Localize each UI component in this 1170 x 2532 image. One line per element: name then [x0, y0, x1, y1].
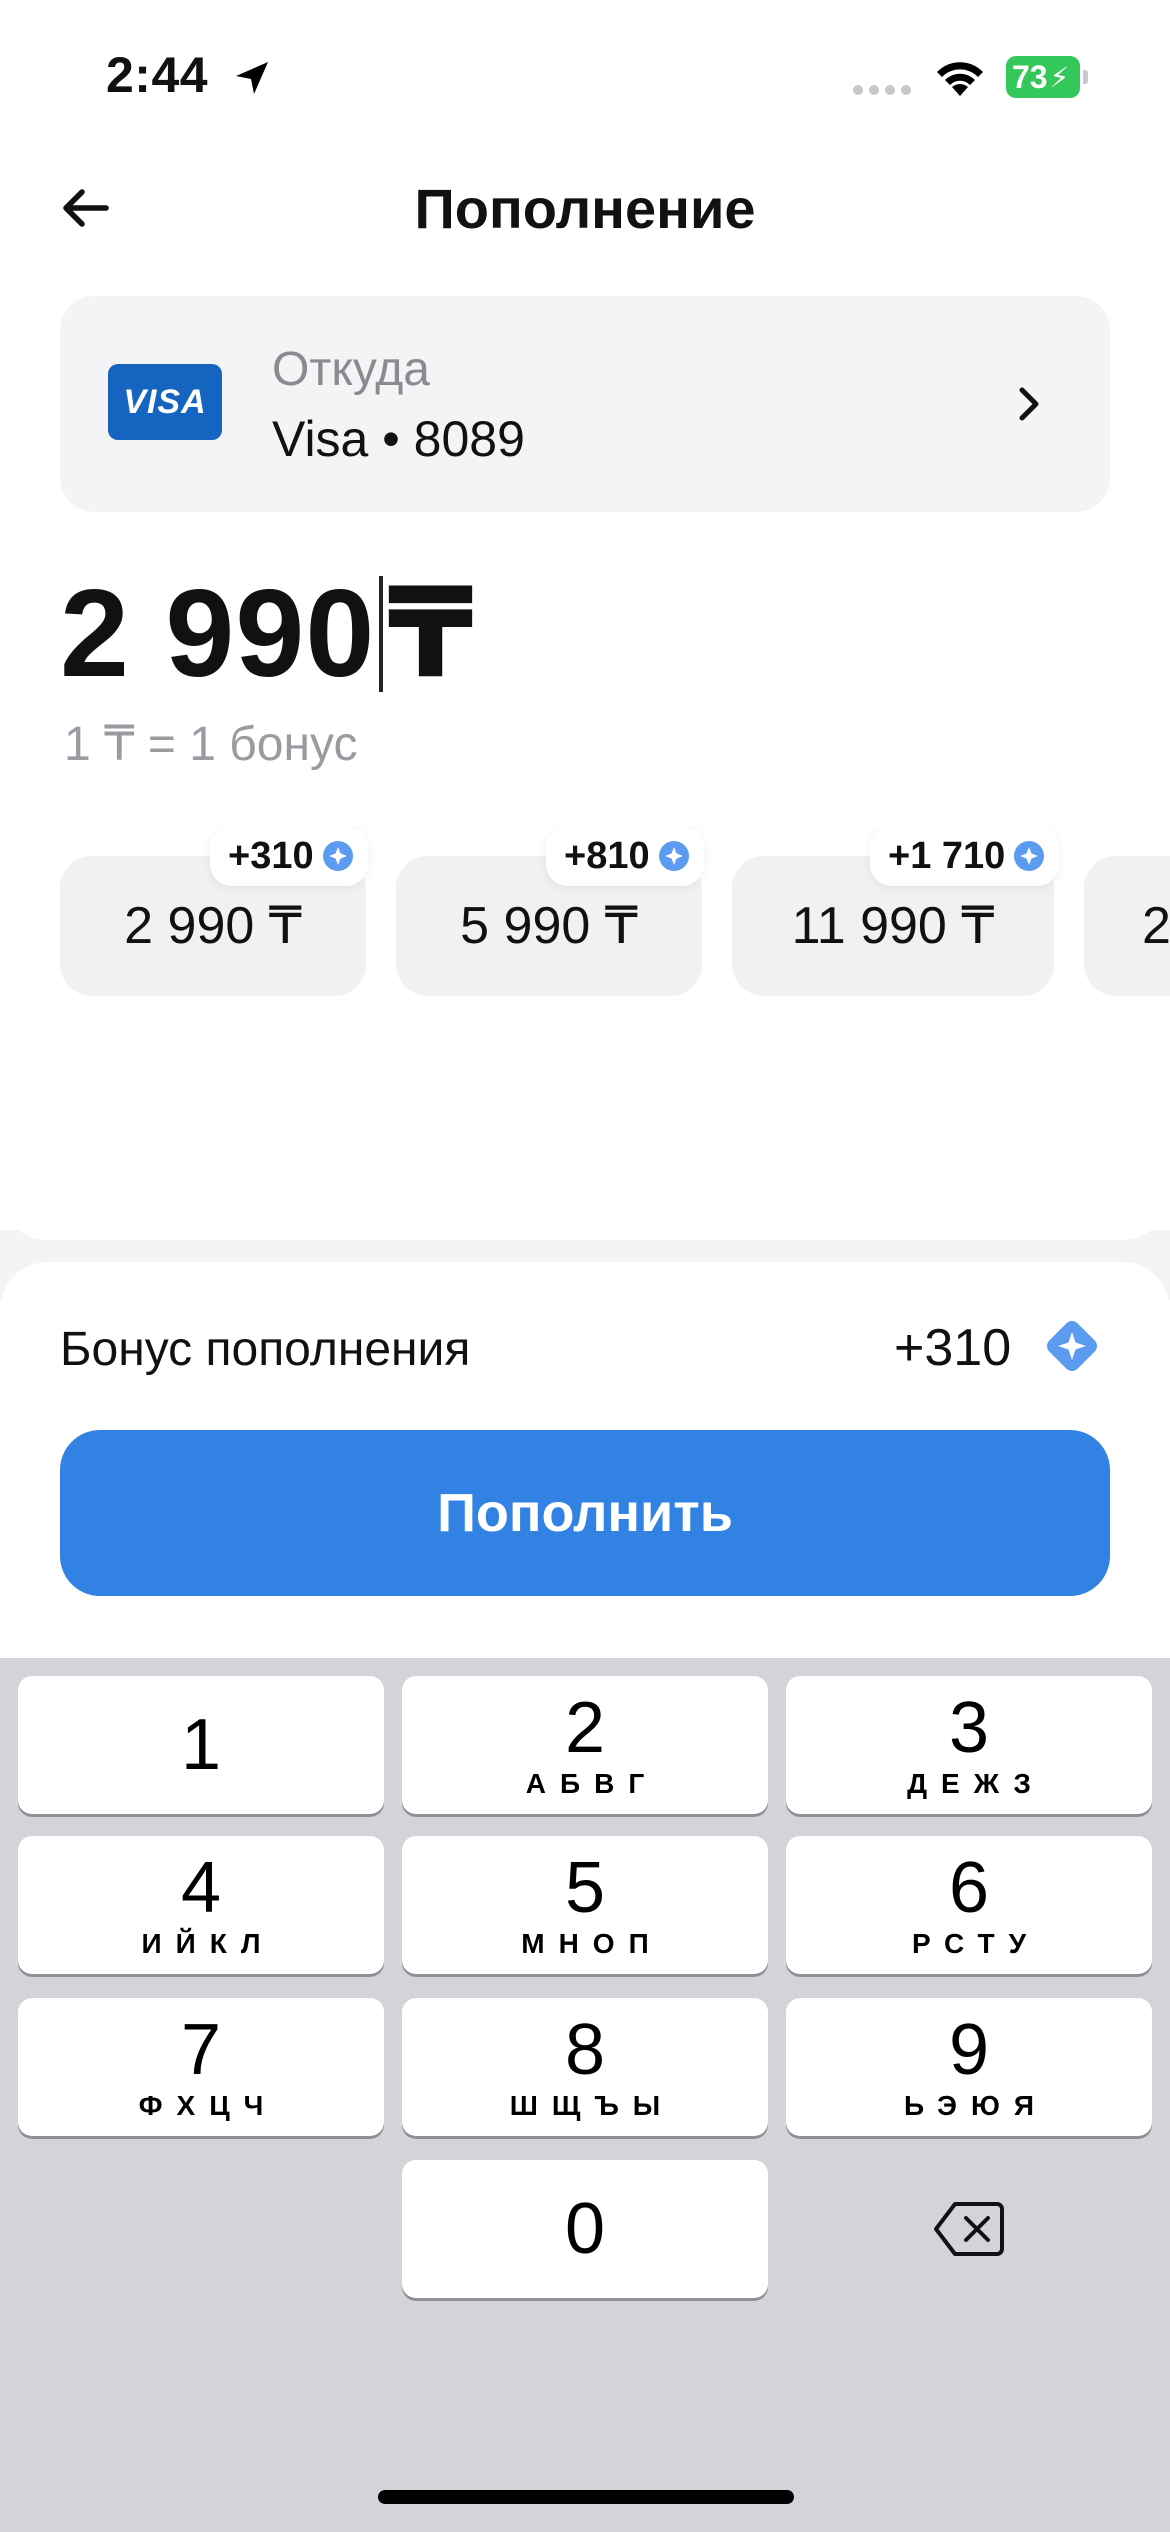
key-letters: ШЩЪЫ	[509, 2090, 675, 2121]
key-letters: ФХЦЧ	[138, 2090, 278, 2121]
signal-icon	[853, 85, 911, 95]
key-6[interactable]: 6 РСТУ	[786, 1836, 1152, 1974]
key-digit: 1	[180, 1705, 222, 1785]
key-digit: 5	[564, 1848, 606, 1928]
bonus-value: +310	[894, 1319, 1012, 1377]
text-caret	[379, 576, 384, 692]
preset-bonus-badge-1: +310	[210, 826, 368, 886]
key-4[interactable]: 4 ИЙКЛ	[18, 1836, 384, 1974]
amount-input[interactable]: 2 990 ₸	[60, 562, 475, 706]
bonus-gem-icon	[1047, 1321, 1097, 1371]
chevron-right-icon	[1019, 387, 1039, 421]
preset-label: 2 990 ₸	[124, 897, 302, 955]
wifi-icon	[937, 62, 983, 96]
key-1[interactable]: 1	[18, 1676, 384, 1814]
key-letters: ДЕЖЗ	[907, 1768, 1045, 1799]
source-value: Visa • 8089	[272, 411, 525, 467]
key-digit: 0	[564, 2189, 606, 2269]
preset-bonus: +310	[228, 834, 314, 877]
bonus-rate: 1 ₸ = 1 бонус	[64, 718, 358, 771]
backspace-icon	[934, 2202, 1004, 2256]
key-letters: МНОП	[521, 1928, 663, 1959]
key-8[interactable]: 8 ШЩЪЫ	[402, 1998, 768, 2136]
amount-currency: ₸	[387, 565, 475, 703]
key-5[interactable]: 5 МНОП	[402, 1836, 768, 1974]
key-7[interactable]: 7 ФХЦЧ	[18, 1998, 384, 2136]
battery-indicator: 73 ⚡	[1006, 56, 1088, 98]
home-indicator	[378, 2490, 794, 2504]
preset-amounts: 2 990 ₸ +310 5 990 ₸ +810 11 990 ₸ +1 71…	[0, 826, 1170, 1006]
preset-amount-4[interactable]: 2	[1084, 856, 1170, 996]
status-bar: 2:44 73 ⚡	[0, 0, 1170, 150]
preset-bonus-badge-2: +810	[546, 826, 704, 886]
key-letters: РСТУ	[911, 1928, 1041, 1959]
key-digit: 3	[948, 1688, 990, 1768]
status-time: 2:44	[106, 47, 209, 103]
preset-bonus-badge-3: +1 710	[870, 826, 1060, 886]
key-letters: АБВГ	[525, 1768, 659, 1799]
key-digit: 7	[180, 2010, 222, 2090]
key-digit: 8	[564, 2010, 606, 2090]
bonus-gem-icon	[1014, 841, 1045, 871]
key-letters: ИЙКЛ	[141, 1928, 275, 1959]
charging-bolt-icon: ⚡	[1049, 61, 1070, 93]
key-digit: 2	[564, 1688, 606, 1768]
visa-logo: VISA	[108, 364, 222, 440]
key-digit: 6	[948, 1848, 990, 1928]
topup-button[interactable]: Пополнить	[60, 1430, 1110, 1596]
source-label: Откуда	[272, 343, 430, 396]
key-9[interactable]: 9 ЬЭЮЯ	[786, 1998, 1152, 2136]
preset-bonus: +810	[564, 834, 650, 877]
upper-panel-edge	[0, 1180, 1170, 1240]
bonus-gem-icon	[658, 841, 689, 871]
page-title: Пополнение	[414, 177, 756, 240]
bonus-label: Бонус пополнения	[60, 1323, 471, 1376]
bonus-gem-icon	[322, 841, 353, 871]
preset-bonus: +1 710	[888, 834, 1006, 877]
preset-label: 5 990 ₸	[460, 897, 638, 955]
battery-level: 73	[1012, 58, 1048, 95]
preset-label: 2	[1142, 897, 1170, 955]
amount-value: 2 990	[60, 565, 376, 703]
key-digit: 4	[180, 1848, 222, 1928]
key-2[interactable]: 2 АБВГ	[402, 1676, 768, 1814]
key-letters: ЬЭЮЯ	[904, 2090, 1048, 2121]
preset-label: 11 990 ₸	[791, 897, 995, 955]
key-3[interactable]: 3 ДЕЖЗ	[786, 1676, 1152, 1814]
key-digit: 9	[948, 2010, 990, 2090]
source-card[interactable]: VISA Откуда Visa • 8089	[60, 296, 1110, 512]
backspace-key[interactable]	[786, 2160, 1152, 2298]
location-arrow-icon	[236, 62, 268, 94]
nav-bar: Пополнение	[0, 150, 1170, 260]
key-0[interactable]: 0	[402, 2160, 768, 2298]
